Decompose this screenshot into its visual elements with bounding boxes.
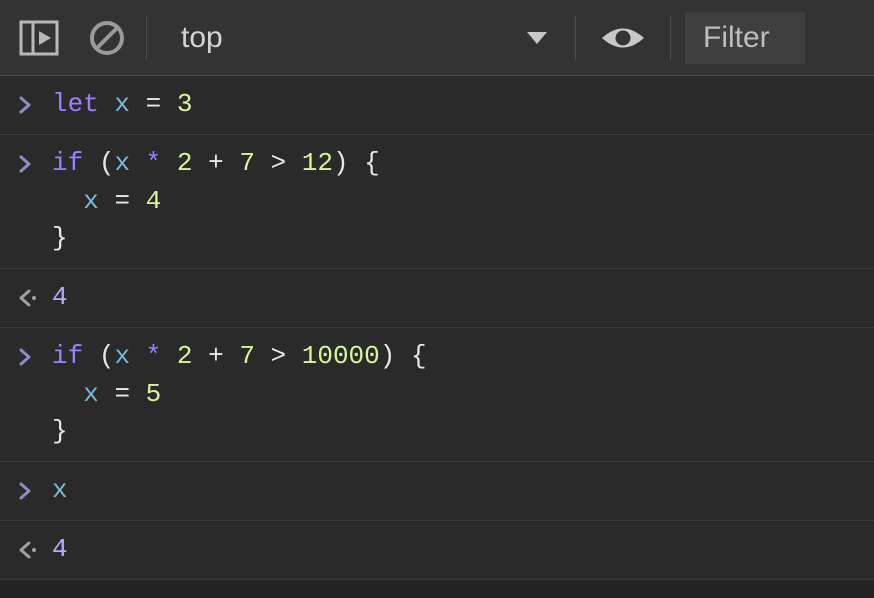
toolbar-divider bbox=[146, 16, 147, 60]
console-row-content: 4 bbox=[52, 279, 860, 317]
chevron-down-icon bbox=[527, 32, 547, 44]
console-input-row[interactable]: let x = 3 bbox=[0, 76, 874, 135]
context-label: top bbox=[181, 21, 223, 55]
console-input-row[interactable]: if (x * 2 + 7 > 12) { x = 4 } bbox=[0, 135, 874, 269]
console-toolbar: top bbox=[0, 0, 874, 76]
console-body: let x = 3 if (x * 2 + 7 > 12) { x = 4 } 4 i… bbox=[0, 76, 874, 580]
execute-button[interactable] bbox=[14, 13, 64, 63]
eye-icon bbox=[599, 21, 647, 55]
execution-context-select[interactable]: top bbox=[161, 13, 561, 63]
console-row-content: 4 bbox=[52, 531, 860, 569]
console-output-row[interactable]: 4 bbox=[0, 269, 874, 328]
console-row-content: if (x * 2 + 7 > 10000) { x = 5 } bbox=[52, 338, 860, 451]
input-chevron-icon bbox=[18, 338, 52, 376]
input-chevron-icon bbox=[18, 86, 52, 124]
input-chevron-icon bbox=[18, 472, 52, 510]
filter-input[interactable] bbox=[685, 12, 805, 64]
clear-console-button[interactable] bbox=[82, 13, 132, 63]
console-row-content: let x = 3 bbox=[52, 86, 860, 124]
toolbar-divider bbox=[670, 16, 671, 60]
ban-icon bbox=[88, 19, 126, 57]
input-chevron-icon bbox=[18, 145, 52, 183]
output-chevron-icon bbox=[18, 531, 52, 569]
console-input-row[interactable]: x bbox=[0, 462, 874, 521]
play-box-icon bbox=[19, 20, 59, 56]
toolbar-divider bbox=[575, 16, 576, 60]
console-row-content: x bbox=[52, 472, 860, 510]
console-output-row[interactable]: 4 bbox=[0, 521, 874, 580]
live-expression-button[interactable] bbox=[598, 13, 648, 63]
output-chevron-icon bbox=[18, 279, 52, 317]
console-input-row[interactable]: if (x * 2 + 7 > 10000) { x = 5 } bbox=[0, 328, 874, 462]
console-row-content: if (x * 2 + 7 > 12) { x = 4 } bbox=[52, 145, 860, 258]
